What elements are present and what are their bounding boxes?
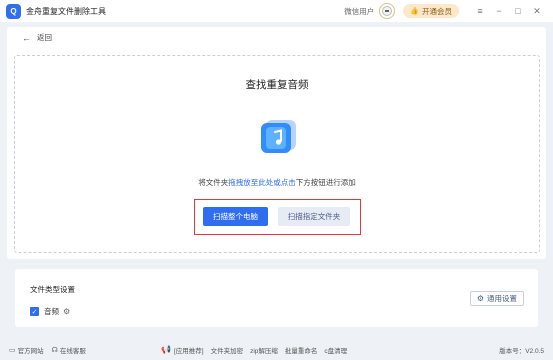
user-name[interactable]: 微信用户 bbox=[344, 6, 374, 17]
official-site-label: 官方网站 bbox=[17, 347, 44, 355]
back-label: 返回 bbox=[37, 33, 52, 42]
vip-label: 开通会员 bbox=[422, 6, 452, 16]
hint-suffix: 下方按钮进行添加 bbox=[295, 178, 356, 187]
app-logo-icon: Q bbox=[6, 3, 21, 19]
general-settings-label: 通用设置 bbox=[487, 294, 517, 303]
audio-settings-gear-icon[interactable]: ⚙ bbox=[63, 307, 70, 316]
drop-zone[interactable]: 查找重复音频 将文件夹拖拽放至此处或点击下方按钮进行添加 扫描整个电脑 扫描指定… bbox=[14, 55, 540, 253]
scan-folder-button[interactable]: 扫描指定文件夹 bbox=[278, 207, 350, 226]
scan-pc-button[interactable]: 扫描整个电脑 bbox=[203, 207, 268, 226]
close-icon[interactable]: ✕ bbox=[529, 6, 545, 17]
app-link-rename[interactable]: 批量重命名 bbox=[285, 345, 318, 355]
type-audio-option: ✓ 音频 ⚙ bbox=[30, 306, 70, 317]
app-link-zip[interactable]: zip解压缩 bbox=[250, 345, 278, 355]
online-service-link[interactable]: ☊ 在线客服 bbox=[52, 345, 86, 355]
panda-avatar-icon bbox=[382, 6, 393, 16]
minimize-icon[interactable]: − bbox=[491, 6, 507, 16]
file-type-settings-panel: 文件类型设置 ✓ 音频 ⚙ ⚙ 通用设置 bbox=[15, 269, 538, 327]
monitor-icon: ▭ bbox=[9, 346, 16, 354]
headset-icon: ☊ bbox=[51, 346, 58, 354]
main-panel: ← 返回 查找重复音频 将文件夹拖拽放至此处或点击下方按钮进行添加 扫描整个电脑… bbox=[7, 27, 546, 259]
megaphone-icon: 📢 bbox=[161, 345, 171, 354]
footer-bar: ▭ 官方网站 ☊ 在线客服 📢 [应用推荐] 文件夹加密 zip解压缩 批量重命… bbox=[0, 339, 553, 360]
version-label: 版本号：V2.0.5 bbox=[499, 347, 544, 355]
title-bar: Q 金舟重复文件删除工具 微信用户 👍 开通会员 ≡ − □ ✕ bbox=[0, 0, 553, 22]
audio-checkbox[interactable]: ✓ bbox=[30, 307, 39, 316]
official-site-link[interactable]: ▭ 官方网站 bbox=[9, 345, 44, 355]
avatar[interactable] bbox=[379, 3, 396, 19]
hint-link[interactable]: 拖拽放至此处或点击 bbox=[228, 178, 296, 187]
back-button[interactable]: ← 返回 bbox=[22, 32, 52, 43]
drop-hint: 将文件夹拖拽放至此处或点击下方按钮进行添加 bbox=[15, 177, 539, 188]
app-link-folder-encrypt[interactable]: 文件夹加密 bbox=[211, 345, 244, 355]
gear-icon: ⚙ bbox=[476, 294, 484, 303]
online-service-label: 在线客服 bbox=[59, 347, 86, 355]
thumbs-up-icon: 👍 bbox=[410, 8, 419, 15]
menu-icon[interactable]: ≡ bbox=[472, 6, 488, 16]
settings-title: 文件类型设置 bbox=[30, 285, 75, 294]
type-audio-label: 音频 bbox=[44, 307, 59, 316]
arrow-left-icon: ← bbox=[22, 32, 31, 43]
music-folder-icon bbox=[261, 120, 296, 153]
maximize-icon[interactable]: □ bbox=[510, 6, 526, 16]
recommend-label: [应用推荐] bbox=[173, 347, 204, 355]
hint-prefix: 将文件夹 bbox=[198, 178, 229, 187]
page-title: 查找重复音频 bbox=[245, 79, 309, 91]
app-link-c-clean[interactable]: c盘清理 bbox=[324, 345, 347, 355]
open-vip-button[interactable]: 👍 开通会员 bbox=[403, 4, 459, 18]
app-title: 金舟重复文件删除工具 bbox=[26, 6, 106, 16]
general-settings-button[interactable]: ⚙ 通用设置 bbox=[469, 291, 524, 306]
